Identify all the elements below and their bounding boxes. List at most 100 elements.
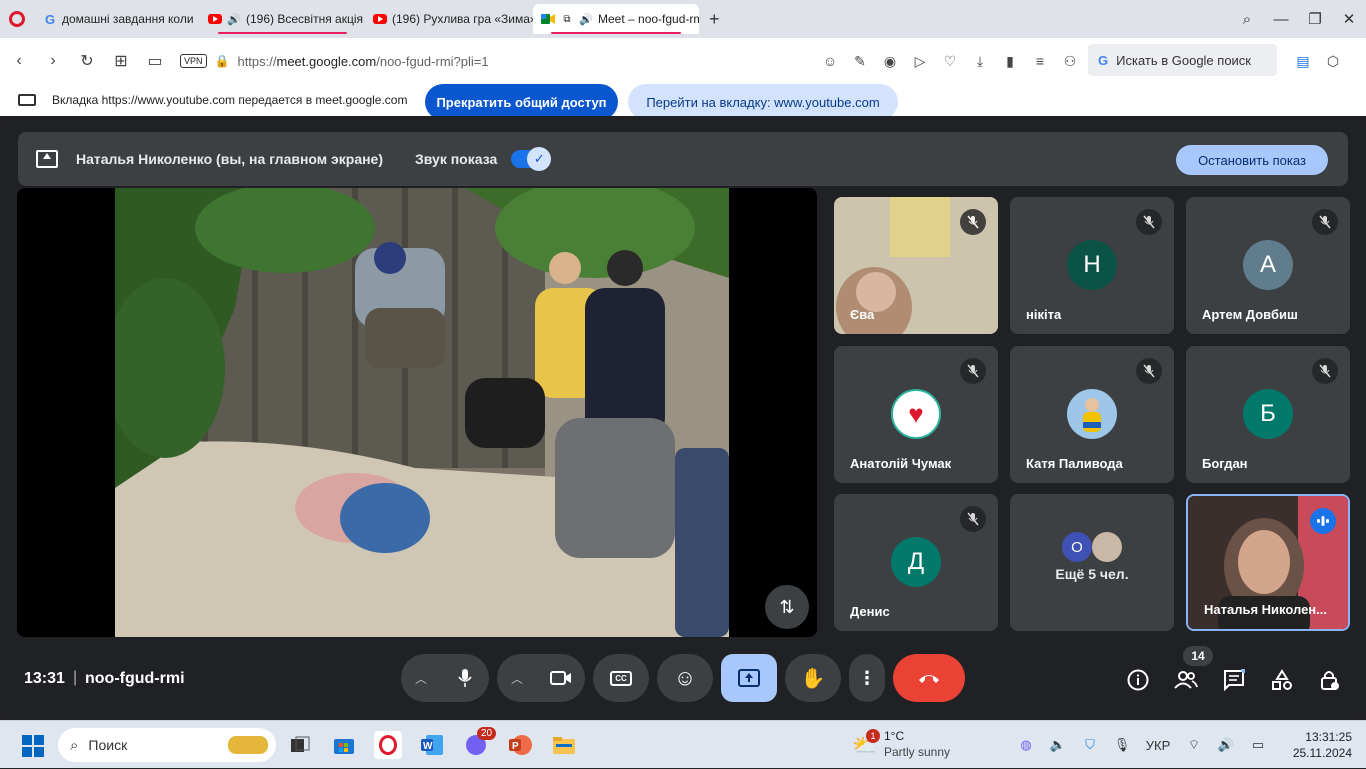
mic-button[interactable] — [441, 654, 489, 702]
taskbar-clock[interactable]: 13:31:25 25.11.2024 — [1264, 729, 1352, 761]
participant-tile-anatoliy[interactable]: ♥ Анатолій Чумак — [834, 346, 998, 483]
play-icon[interactable]: ▷ — [905, 53, 935, 70]
tab-title: Meet – noo-fgud-rmi — [598, 12, 699, 26]
speaker-icon[interactable]: 🔊 — [579, 12, 593, 26]
powerpoint-icon[interactable]: P — [506, 731, 534, 759]
participant-name: Анатолій Чумак — [850, 456, 952, 471]
info-button[interactable] — [1122, 664, 1154, 696]
participant-tile-bogdan[interactable]: Б Богдан — [1186, 346, 1350, 483]
speaker-icon[interactable]: 🔊 — [1210, 737, 1242, 753]
participant-tile-eva[interactable]: Єва — [834, 197, 998, 334]
weather-badge: 1 — [866, 729, 880, 743]
emoji-icon[interactable]: ☺ — [815, 53, 845, 69]
word-icon[interactable]: W — [418, 731, 446, 759]
tab-homework[interactable]: G домашні завдання коли — [35, 4, 200, 34]
taskbar-search[interactable]: ⌕ Поиск — [58, 728, 276, 762]
profile-icon[interactable]: ⚇ — [1055, 53, 1085, 70]
heart-icon[interactable]: ♡ — [935, 53, 965, 70]
leave-call-button[interactable] — [893, 654, 965, 702]
google-search-field[interactable]: G Искать в Google поиск — [1088, 44, 1277, 76]
participant-tile-nikita[interactable]: Н нікіта — [1010, 197, 1174, 334]
captions-button[interactable]: CC — [593, 654, 649, 702]
chevron-up-icon[interactable]: ︿ — [401, 670, 441, 687]
battery-icon[interactable]: ▮ — [995, 53, 1025, 70]
snapshot-icon[interactable]: ◉ — [875, 53, 905, 70]
minimize-button[interactable]: — — [1264, 11, 1298, 28]
vpn-badge[interactable]: VPN — [180, 54, 207, 68]
tab-strip: G домашні завдання коли 🔊 (196) Всесвітн… — [0, 0, 1366, 38]
more-participants-tile[interactable]: О Ещё 5 чел. — [1010, 494, 1174, 631]
chevron-up-icon[interactable]: ︿ — [497, 670, 537, 687]
file-explorer-icon[interactable] — [550, 731, 578, 759]
restore-button[interactable]: ❐ — [1298, 10, 1332, 28]
sound-toggle[interactable]: ✓ — [511, 147, 552, 171]
stop-presenting-button[interactable]: Остановить показ — [1176, 145, 1328, 175]
meeting-clock: 13:31 — [24, 670, 65, 687]
goto-tab-button[interactable]: Перейти на вкладку: www.youtube.com — [628, 84, 898, 120]
close-window-button[interactable]: ✕ — [1332, 10, 1366, 28]
raise-hand-button[interactable]: ✋ — [785, 654, 841, 702]
meet-icon — [541, 12, 555, 26]
more-options-button[interactable]: ⋮ — [849, 654, 885, 702]
shapes-icon — [1272, 669, 1292, 690]
camera-button[interactable] — [537, 654, 585, 702]
easy-setup-icon[interactable]: ≡ — [1025, 53, 1055, 69]
search-tabs-icon[interactable]: ⌕ — [1230, 11, 1264, 28]
lock-icon[interactable]: 🔒 — [215, 54, 230, 68]
stop-sharing-button[interactable]: Прекратить общий доступ — [425, 84, 618, 120]
present-screen-icon — [36, 150, 58, 168]
opera-taskbar-icon[interactable] — [374, 731, 402, 759]
download-icon[interactable]: ⤓ — [965, 53, 995, 70]
tab-underline — [551, 32, 681, 34]
reactions-button[interactable]: ☺ — [657, 654, 713, 702]
avatar: Б — [1243, 389, 1293, 439]
present-button[interactable] — [721, 654, 777, 702]
windows-start-icon[interactable] — [22, 735, 44, 757]
avatar: Н — [1067, 240, 1117, 290]
host-controls-button[interactable] — [1314, 664, 1346, 696]
opera-logo[interactable] — [9, 11, 25, 27]
volume-icon[interactable]: 🔈 — [1042, 737, 1074, 753]
microphone-icon[interactable]: 🎙 — [1106, 737, 1138, 753]
tab-youtube-1[interactable]: 🔊 (196) Всесвітня акція — [200, 4, 365, 34]
weather-temperature: 1°C — [884, 729, 905, 743]
tab-meet[interactable]: ⧉ 🔊 Meet – noo-fgud-rmi — [533, 4, 699, 34]
hand-icon: ✋ — [800, 667, 826, 690]
security-icon[interactable]: ⛉ — [1074, 737, 1106, 753]
shared-screen-video: ⇅ — [17, 188, 817, 637]
divider: | — [73, 669, 78, 686]
presenter-label: Наталья Николенко (вы, на главном экране… — [76, 151, 384, 167]
chat-button[interactable] — [1218, 664, 1250, 696]
picture-in-picture-icon[interactable]: ⧉ — [560, 12, 574, 26]
swap-layout-button[interactable]: ⇅ — [765, 585, 809, 629]
task-view-icon[interactable] — [286, 731, 314, 759]
sidebar-icon[interactable]: ▤ — [1288, 53, 1318, 70]
speaker-icon[interactable]: 🔊 — [227, 12, 241, 26]
people-icon — [1174, 671, 1198, 689]
participant-tile-artem[interactable]: А Артем Довбиш — [1186, 197, 1350, 334]
people-button[interactable] — [1170, 664, 1202, 696]
camera-icon[interactable]: ▭ — [138, 51, 172, 71]
heart-avatar: ♥ — [891, 389, 941, 439]
viber-tray-icon[interactable]: ◍ — [1010, 737, 1042, 753]
back-button[interactable]: ‹ — [2, 52, 36, 70]
participant-tile-katya[interactable]: Катя Паливода — [1010, 346, 1174, 483]
new-tab-button[interactable]: + — [709, 9, 720, 30]
language-indicator[interactable]: УКР — [1138, 738, 1178, 753]
activities-button[interactable] — [1266, 664, 1298, 696]
system-date: 25.11.2024 — [1292, 746, 1352, 760]
participant-tile-denis[interactable]: Д Денис — [834, 494, 998, 631]
sharing-message: Вкладка https://www.youtube.com передает… — [52, 93, 408, 107]
chat-icon — [1224, 669, 1245, 691]
photo-avatar — [1067, 389, 1117, 439]
speed-dial-icon[interactable]: ⊞ — [104, 51, 138, 71]
forward-button[interactable]: › — [36, 52, 70, 70]
reload-button[interactable]: ↻ — [70, 51, 104, 71]
url-field[interactable]: https://meet.google.com/noo-fgud-rmi?pli… — [237, 54, 488, 69]
participant-tile-self[interactable]: Наталья Николен... — [1186, 494, 1350, 631]
extensions-icon[interactable]: ⬡ — [1318, 53, 1348, 70]
tab-youtube-2[interactable]: (196) Рухлива гра «Зима» — [365, 4, 533, 34]
wifi-icon[interactable]: ⌔ — [1178, 737, 1210, 753]
store-icon[interactable] — [330, 731, 358, 759]
edit-icon[interactable]: ✎ — [845, 53, 875, 70]
